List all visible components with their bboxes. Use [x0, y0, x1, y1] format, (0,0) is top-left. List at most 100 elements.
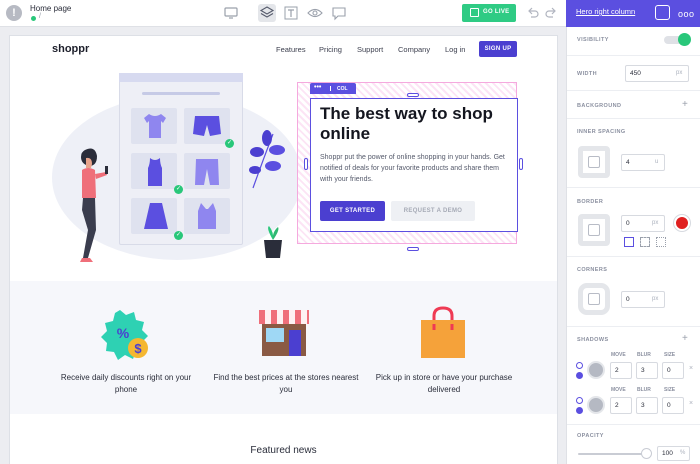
- border-box-icon[interactable]: [578, 214, 610, 246]
- shadow-2-blur-value: 3: [641, 402, 645, 409]
- shadow-1-move-value: 2: [615, 367, 619, 374]
- undo-icon[interactable]: [526, 6, 540, 20]
- divider: [567, 326, 700, 327]
- redo-icon[interactable]: [544, 6, 558, 20]
- add-background-icon[interactable]: +: [682, 100, 688, 110]
- opacity-slider-track[interactable]: [578, 453, 650, 455]
- visibility-label: VISIBILITY: [577, 37, 609, 43]
- signup-button[interactable]: SIGN UP: [479, 41, 517, 57]
- svg-text:%: %: [117, 325, 130, 341]
- svg-text:$: $: [134, 341, 142, 356]
- inner-spacing-box-icon[interactable]: [578, 146, 610, 178]
- shadow-preview-icon: [587, 396, 605, 414]
- tank-top-icon: [148, 158, 162, 186]
- hero-description[interactable]: Shoppr put the power of online shopping …: [320, 152, 512, 185]
- feature-pickup-text: Pick up in store or have your purchase d…: [375, 373, 513, 394]
- shadow-inner-radio[interactable]: [576, 407, 583, 414]
- corners-input[interactable]: 0: [621, 291, 665, 308]
- nav-company[interactable]: Company: [398, 45, 430, 54]
- divider: [567, 256, 700, 257]
- resize-handle-right[interactable]: [519, 158, 523, 170]
- shadow-inner-radio[interactable]: [576, 372, 583, 379]
- select-parent-icon[interactable]: [655, 5, 670, 20]
- plant-leaves-illustration: [249, 130, 285, 189]
- corners-unit: px: [652, 296, 659, 302]
- divider: [567, 55, 700, 56]
- page-name[interactable]: Home page: [30, 4, 71, 13]
- inner-spacing-input[interactable]: 4: [621, 154, 665, 171]
- resize-handle-bottom[interactable]: [407, 247, 419, 251]
- vest-icon: [198, 203, 216, 229]
- shadow-1-blur-input[interactable]: 3: [636, 362, 658, 379]
- nav-pricing[interactable]: Pricing: [319, 45, 342, 54]
- remove-shadow-icon[interactable]: ×: [689, 400, 693, 407]
- shadow-2-move-input[interactable]: 2: [610, 397, 632, 414]
- divider: [567, 90, 700, 91]
- get-started-button[interactable]: GET STARTED: [320, 201, 385, 221]
- inner-spacing-label: INNER SPACING: [577, 129, 626, 135]
- check-icon: ✓: [174, 231, 183, 240]
- eye-preview-icon[interactable]: [306, 4, 324, 22]
- illustration-searchbar: [142, 92, 220, 95]
- resize-handle-left[interactable]: [304, 158, 308, 170]
- shopping-bag-icon: [421, 306, 465, 358]
- shadow-1-size-value: 0: [667, 367, 671, 374]
- width-label: WIDTH: [577, 71, 598, 77]
- inner-spacing-value: 4: [626, 159, 630, 166]
- corners-box-icon[interactable]: [578, 283, 610, 315]
- visibility-toggle-knob[interactable]: [678, 33, 691, 46]
- background-label: BACKGROUND: [577, 103, 622, 109]
- shadows-label: SHADOWS: [577, 337, 609, 343]
- shopper-person-illustration: [80, 148, 108, 262]
- resize-handle-top[interactable]: [407, 93, 419, 97]
- layers-icon[interactable]: [258, 4, 276, 22]
- opacity-value: 100: [662, 450, 673, 457]
- warning-icon[interactable]: !: [6, 5, 22, 21]
- nav-login[interactable]: Log in: [445, 45, 465, 54]
- more-icon: •••: [314, 84, 322, 91]
- text-tool-icon[interactable]: [282, 4, 300, 22]
- shadow-outer-radio[interactable]: [576, 362, 583, 369]
- border-unit: px: [652, 220, 659, 226]
- column-tag[interactable]: ••• COL: [310, 83, 356, 94]
- go-live-button[interactable]: GO LIVE: [462, 4, 516, 22]
- site-logo[interactable]: shoppr: [52, 43, 89, 55]
- shadow-1-move-input[interactable]: 2: [610, 362, 632, 379]
- comment-icon[interactable]: [330, 4, 348, 22]
- shadow-size-label: SIZE: [664, 387, 676, 393]
- pants-icon: [195, 159, 219, 185]
- width-value: 450: [630, 70, 641, 77]
- feature-prices-text: Find the best prices at the stores neare…: [213, 373, 359, 394]
- remove-shadow-icon[interactable]: ×: [689, 365, 693, 372]
- selected-element-title[interactable]: Hero right column: [576, 7, 635, 16]
- tag-divider: [330, 86, 331, 91]
- shadow-2-blur-input[interactable]: 3: [636, 397, 658, 414]
- skirt-icon: [144, 203, 168, 229]
- potted-plant-illustration: [264, 226, 282, 258]
- border-solid-style-icon[interactable]: [624, 237, 634, 247]
- shadow-1-size-input[interactable]: 0: [662, 362, 684, 379]
- border-dashed-style-icon[interactable]: [640, 237, 650, 247]
- divider: [567, 424, 700, 425]
- inner-spacing-unit: u: [655, 159, 659, 165]
- border-width-input[interactable]: 0: [621, 215, 665, 232]
- more-options-icon[interactable]: ooo: [678, 9, 695, 19]
- shadow-blur-label: BLUR: [637, 387, 651, 393]
- hero-title[interactable]: The best way to shop online: [320, 104, 510, 144]
- add-shadow-icon[interactable]: +: [682, 334, 688, 344]
- border-value: 0: [626, 220, 630, 227]
- shadow-outer-radio[interactable]: [576, 397, 583, 404]
- desktop-preview-icon[interactable]: [222, 4, 240, 22]
- nav-support[interactable]: Support: [357, 45, 383, 54]
- border-label: BORDER: [577, 199, 604, 205]
- opacity-slider-handle[interactable]: [641, 448, 652, 459]
- nav-features[interactable]: Features: [276, 45, 306, 54]
- width-unit: px: [676, 70, 683, 76]
- feature-discounts-text: Receive daily discounts right on your ph…: [60, 373, 192, 394]
- request-demo-button[interactable]: REQUEST A DEMO: [391, 201, 475, 221]
- featured-news-heading: Featured news: [250, 445, 317, 456]
- shadow-2-size-input[interactable]: 0: [662, 397, 684, 414]
- border-color-swatch[interactable]: [674, 215, 690, 231]
- shorts-icon: [193, 116, 221, 136]
- border-dotted-style-icon[interactable]: [656, 237, 666, 247]
